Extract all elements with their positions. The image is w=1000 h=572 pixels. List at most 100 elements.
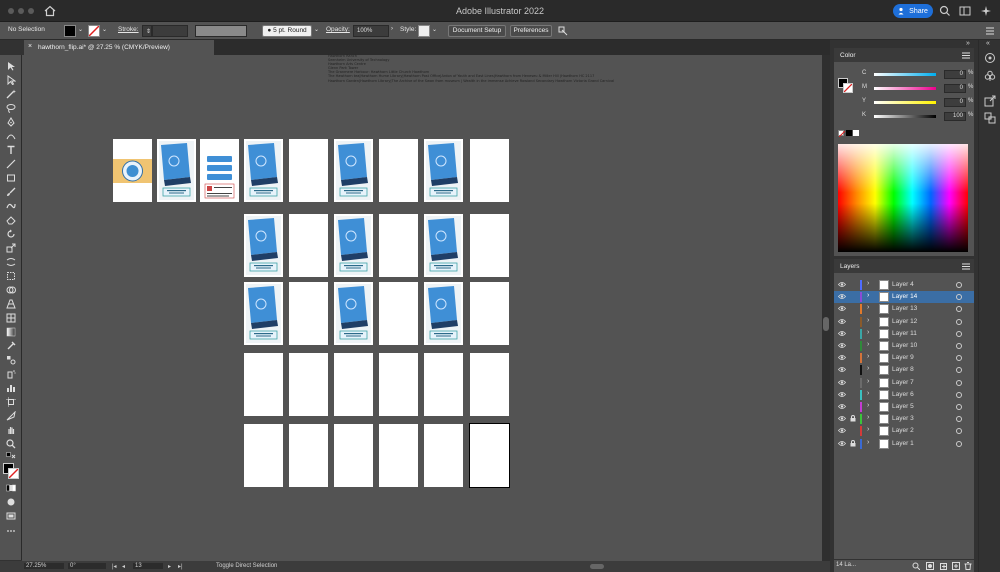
perspective-grid-tool-icon[interactable] [6,299,16,309]
layer-name[interactable]: Layer 1 [892,440,914,447]
artboard[interactable] [379,353,418,416]
artboard[interactable] [334,214,373,277]
rotate-tool-icon[interactable] [6,229,16,239]
layer-row[interactable]: › Layer 8 [834,364,974,376]
artboard[interactable] [244,282,283,345]
expand-arrow-icon[interactable]: › [867,317,869,324]
expand-arrow-icon[interactable]: › [867,280,869,287]
new-layer-icon[interactable] [952,562,960,570]
vertical-scrollbar[interactable] [822,55,830,561]
artboard[interactable] [424,282,463,345]
magic-wand-tool-icon[interactable] [6,89,16,99]
paintbrush-tool-icon[interactable] [6,187,16,197]
layer-row[interactable]: › Layer 2 [834,425,974,437]
brush-definition-dropdown[interactable]: ● 5 pt. Round [262,25,312,37]
black-swatch[interactable] [846,130,852,136]
artboard[interactable] [244,424,283,487]
default-fill-stroke-icon[interactable] [6,452,16,462]
visibility-eye-icon[interactable] [838,342,846,349]
visibility-eye-icon[interactable] [838,330,846,337]
lasso-tool-icon[interactable] [6,103,16,113]
panel-menu-icon[interactable] [962,262,970,270]
zoom-level-field[interactable]: 27.25% [24,563,64,569]
stroke-label[interactable]: Stroke: [118,26,139,33]
stroke-weight-stepper[interactable]: ⇕ [142,25,152,37]
layer-name[interactable]: Layer 12 [892,318,917,325]
visibility-eye-icon[interactable] [838,379,846,386]
layer-row[interactable]: › Layer 14 [834,291,974,304]
artboard[interactable] [379,214,418,277]
artboard[interactable] [289,214,328,277]
chevron-down-icon[interactable]: ⌄ [78,26,83,33]
lock-icon[interactable] [850,415,856,422]
fill-swatch[interactable] [64,25,76,37]
artboard-tool-icon[interactable] [6,397,16,407]
mesh-tool-icon[interactable] [6,313,16,323]
color-spectrum[interactable] [838,144,968,252]
artboard[interactable] [470,353,509,416]
blend-tool-icon[interactable] [6,355,16,365]
properties-icon[interactable] [984,52,996,64]
shape-builder-tool-icon[interactable] [6,285,16,295]
pen-tool-icon[interactable] [6,117,16,127]
channel-slider[interactable] [874,115,936,118]
line-tool-icon[interactable] [6,159,16,169]
color-stroke-box[interactable] [843,83,853,93]
type-tool-icon[interactable] [6,145,16,155]
lock-icon[interactable] [850,439,856,447]
select-similar-icon[interactable] [558,26,568,36]
layer-row[interactable]: › Layer 5 [834,401,974,413]
warp-tool-icon[interactable] [6,257,16,267]
layer-name[interactable]: Layer 6 [892,391,914,398]
channel-slider[interactable] [874,87,936,90]
first-artboard-icon[interactable]: |◂ [112,563,117,570]
screen-mode-icon[interactable] [6,511,16,521]
expand-arrow-icon[interactable]: › [867,292,869,299]
free-transform-tool-icon[interactable] [6,271,16,281]
symbols-club-icon[interactable] [984,70,996,82]
artboard[interactable] [113,139,152,202]
export-icon[interactable] [984,95,996,107]
artboard[interactable] [244,139,283,202]
artboard[interactable] [470,139,509,202]
layer-name[interactable]: Layer 14 [892,293,917,300]
layer-name[interactable]: Layer 3 [892,415,914,422]
opacity-label[interactable]: Opacity: [326,26,350,33]
chevron-down-icon[interactable]: ⌄ [314,26,319,33]
target-circle-icon[interactable] [956,404,962,410]
artboard[interactable] [244,214,283,277]
channel-value-field[interactable]: 0 [944,70,966,79]
stroke-weight-field[interactable] [152,25,188,37]
layer-row[interactable]: › Layer 11 [834,328,974,340]
expand-arrow-icon[interactable]: › [867,402,869,409]
visibility-eye-icon[interactable] [838,281,846,288]
white-swatch[interactable] [853,130,859,136]
workspace-switcher-icon[interactable] [959,5,971,17]
make-clipping-mask-icon[interactable] [926,562,934,570]
visibility-eye-icon[interactable] [838,305,846,312]
column-graph-tool-icon[interactable] [6,383,16,393]
last-artboard-icon[interactable]: ▸| [178,563,183,570]
artboard[interactable] [334,139,373,202]
hand-tool-icon[interactable] [6,425,16,435]
artboard[interactable] [157,139,196,202]
search-icon[interactable] [939,5,951,17]
rotation-field[interactable]: 0° [68,563,106,569]
next-artboard-icon[interactable]: ▸ [168,563,171,570]
artboard[interactable] [379,139,418,202]
selection-tool-icon[interactable] [6,61,16,71]
layer-name[interactable]: Layer 11 [892,330,917,337]
edit-toolbar-icon[interactable] [6,526,16,536]
artboard[interactable] [334,424,373,487]
chevron-down-icon[interactable]: ⌄ [432,26,437,33]
layer-row[interactable]: › Layer 1 [834,438,974,450]
target-circle-icon[interactable] [956,416,962,423]
curvature-tool-icon[interactable] [6,131,16,141]
graphic-style-swatch[interactable] [418,25,430,37]
share-button[interactable]: Share [893,4,933,18]
variable-width-profile[interactable] [195,25,247,37]
previous-artboard-icon[interactable]: ◂ [122,563,125,570]
draw-mode-icon[interactable] [6,497,16,507]
layer-row[interactable]: › Layer 7 [834,377,974,389]
visibility-eye-icon[interactable] [838,354,846,361]
